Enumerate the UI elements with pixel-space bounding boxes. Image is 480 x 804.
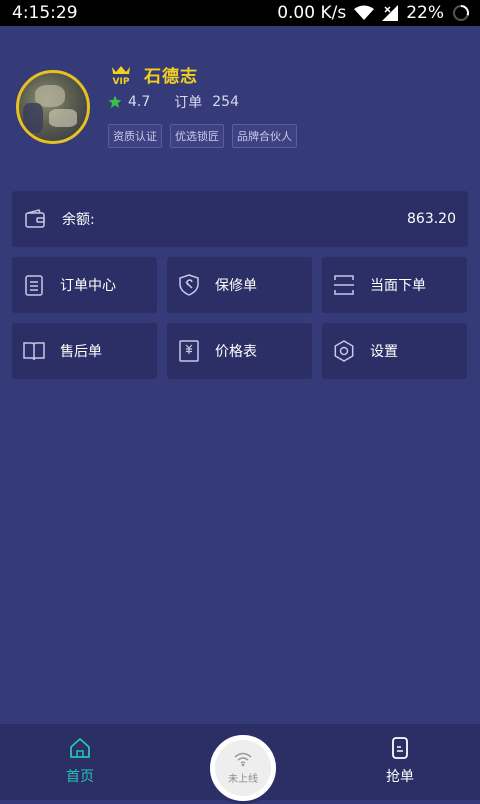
book-icon <box>23 342 45 361</box>
wifi-icon <box>354 5 375 21</box>
menu-label: 保修单 <box>215 278 257 294</box>
network-speed: 0.00 K/s <box>277 3 347 23</box>
online-toggle-button[interactable]: 未上线 <box>207 732 279 804</box>
orders-count: 254 <box>212 94 239 110</box>
battery-icon <box>452 4 470 22</box>
gear-icon <box>334 340 354 362</box>
menu-label: 价格表 <box>215 344 257 360</box>
menu-face-order[interactable]: 当面下单 <box>322 257 467 313</box>
menu-price-list[interactable]: 价格表 <box>167 323 312 379</box>
menu-warranty[interactable]: 保修单 <box>167 257 312 313</box>
vip-crown-icon: VIP <box>112 65 130 85</box>
menu-label: 售后单 <box>60 344 102 360</box>
menu-label: 设置 <box>370 344 398 360</box>
balance-value: 863.20 <box>407 211 456 227</box>
nav-grab-order[interactable]: 抢单 <box>360 736 440 786</box>
price-tag-icon <box>179 340 199 362</box>
status-time: 4:15:29 <box>12 3 78 23</box>
svg-text:VIP: VIP <box>113 77 130 85</box>
shield-wrench-icon <box>179 274 199 296</box>
avatar[interactable] <box>16 70 90 144</box>
online-status-label: 未上线 <box>228 774 258 785</box>
balance-label: 余额: <box>62 212 95 228</box>
menu-order-center[interactable]: 订单中心 <box>12 257 157 313</box>
tag-preferred-locksmith: 优选锁匠 <box>170 124 224 148</box>
wallet-icon <box>25 209 45 228</box>
wifi-off-icon <box>234 752 252 767</box>
name-row: VIP 石德志 <box>108 62 198 87</box>
nav-grab-label: 抢单 <box>386 769 414 785</box>
stats-row: 4.7 订单 254 <box>108 92 239 112</box>
profile-header: VIP 石德志 4.7 订单 254 资质认证 优选锁匠 品牌合伙人 <box>16 62 466 152</box>
tag-brand-partner: 品牌合伙人 <box>232 124 297 148</box>
orders-label: 订单 <box>174 95 203 111</box>
clipboard-icon <box>25 275 43 296</box>
tag-certified: 资质认证 <box>108 124 162 148</box>
scan-icon <box>334 275 354 295</box>
menu-label: 订单中心 <box>60 278 116 294</box>
home-icon <box>70 738 90 758</box>
balance-card[interactable]: 余额: 863.20 <box>12 191 468 247</box>
nav-home[interactable]: 首页 <box>40 736 120 786</box>
rating-value: 4.7 <box>128 94 151 110</box>
star-icon <box>108 95 122 108</box>
tag-list: 资质认证 优选锁匠 品牌合伙人 <box>108 124 297 148</box>
user-name: 石德志 <box>144 67 198 87</box>
menu-label: 当面下单 <box>370 278 426 294</box>
battery-percent: 22% <box>406 3 444 23</box>
grab-order-icon <box>392 737 408 759</box>
menu-settings[interactable]: 设置 <box>322 323 467 379</box>
nav-home-label: 首页 <box>66 769 94 785</box>
status-right: 0.00 K/s 22% <box>277 3 470 23</box>
menu-after-sales[interactable]: 售后单 <box>12 323 157 379</box>
signal-icon <box>382 5 399 21</box>
status-bar: 4:15:29 0.00 K/s 22% <box>0 0 480 26</box>
